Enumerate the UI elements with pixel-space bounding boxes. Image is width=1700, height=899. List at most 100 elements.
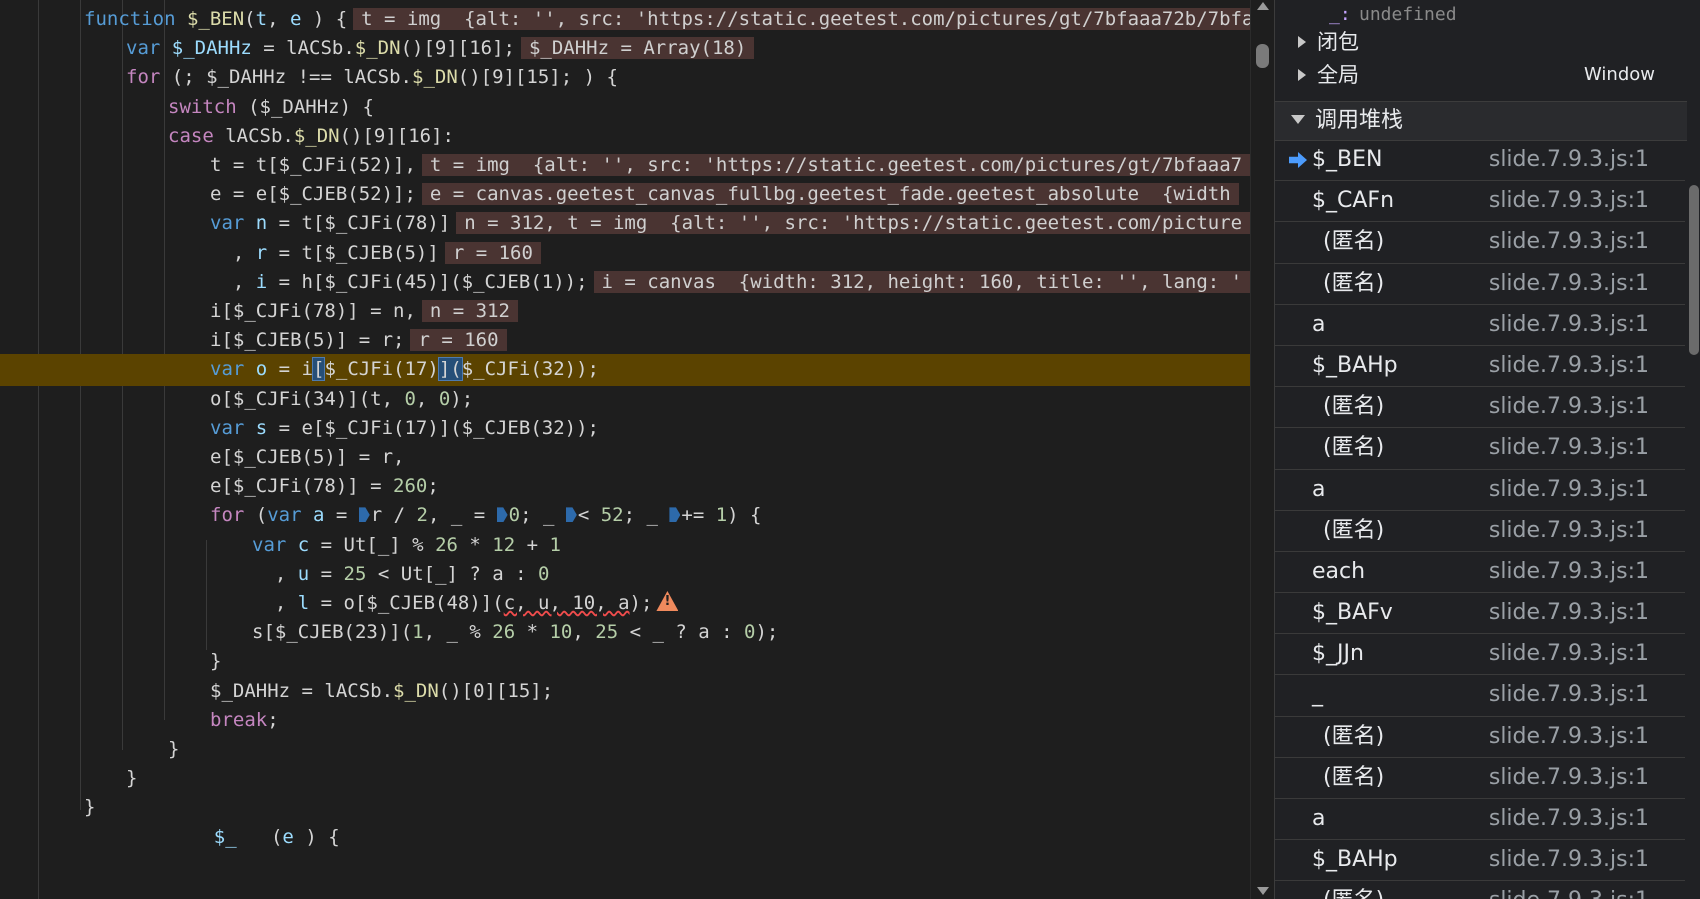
frame-location-link[interactable]: slide.7.9.3.js:1	[1489, 222, 1649, 262]
code-token: i	[255, 270, 268, 293]
frame-location-link[interactable]: slide.7.9.3.js:1	[1489, 552, 1649, 592]
code-line[interactable]: }	[0, 734, 1250, 766]
frame-location-link[interactable]: slide.7.9.3.js:1	[1489, 511, 1649, 551]
code-line[interactable]: }	[0, 646, 1250, 678]
editor-scrollbar[interactable]	[1250, 0, 1275, 899]
scroll-up-icon[interactable]	[1257, 2, 1269, 10]
code-token: e	[289, 8, 302, 30]
frame-location-link[interactable]: slide.7.9.3.js:1	[1489, 305, 1649, 345]
code-line[interactable]: var s = e[$_CJFi(17)]($_CJEB(32));	[0, 413, 1250, 445]
code-line[interactable]: case lACSb.$_DN()[9][16]:	[0, 121, 1250, 153]
code-line[interactable]: function $_BEN(t, e ) {t = img {alt: '',…	[0, 4, 1250, 36]
sidebar-scrollbar[interactable]	[1687, 0, 1700, 899]
frame-location-link[interactable]: slide.7.9.3.js:1	[1489, 758, 1649, 798]
scope-closure[interactable]: 闭包	[1275, 25, 1675, 59]
frame-function-name: a	[1312, 311, 1326, 337]
callstack-frame[interactable]: (匿名) slide.7.9.3.js:1	[1275, 428, 1685, 470]
editor-scroll-thumb[interactable]	[1256, 44, 1269, 68]
callstack-frame[interactable]: $_BAHp slide.7.9.3.js:1	[1275, 840, 1685, 882]
code-token: $_BEN	[186, 8, 245, 30]
callstack-frame[interactable]: (匿名) slide.7.9.3.js:1	[1275, 511, 1685, 552]
code-line[interactable]: var c = Ut[_] % 26 * 12 + 1	[0, 530, 1250, 562]
callstack-frame[interactable]: (匿名) slide.7.9.3.js:1	[1275, 758, 1685, 799]
frame-location-link[interactable]: slide.7.9.3.js:1	[1489, 840, 1649, 880]
expand-arrow-icon[interactable]	[1298, 36, 1306, 48]
frame-location-link[interactable]: slide.7.9.3.js:1	[1489, 428, 1649, 468]
code-line[interactable]: i[$_CJFi(78)] = n, n = 312	[0, 296, 1250, 328]
callstack-frame[interactable]: $_CAFn slide.7.9.3.js:1	[1275, 181, 1685, 223]
inline-breakpoint-icon[interactable]	[496, 507, 508, 523]
code-line[interactable]: switch ($_DAHHz) {	[0, 92, 1250, 124]
callstack-frame[interactable]: (匿名) slide.7.9.3.js:1	[1275, 881, 1685, 899]
callstack-frame[interactable]: (匿名) slide.7.9.3.js:1	[1275, 222, 1685, 264]
code-line[interactable]: t = t[$_CJFi(52)], t = img {alt: '', src:…	[0, 150, 1250, 182]
code-line[interactable]: , l = o[$_CJEB(48)](c, u, 10, a);	[0, 588, 1250, 620]
frame-location-link[interactable]: slide.7.9.3.js:1	[1489, 675, 1649, 715]
code-line[interactable]: break;	[0, 705, 1250, 737]
code-line[interactable]: o[$_CJFi(34)](t, 0, 0);	[0, 384, 1250, 416]
inline-breakpoint-icon[interactable]	[358, 507, 370, 523]
code-line[interactable]: for (var a = r / 2, _ = 0; _ < 52; _ += …	[0, 500, 1250, 532]
code-token: var	[210, 358, 256, 381]
frame-location-link[interactable]: slide.7.9.3.js:1	[1489, 346, 1649, 386]
code-line[interactable]: , i = h[$_CJFi(45)]($_CJEB(1)); i = canva…	[0, 267, 1250, 299]
code-token: );	[450, 387, 474, 410]
code-line[interactable]: }	[0, 763, 1250, 795]
code-editor[interactable]: function $_BEN(t, e ) {t = img {alt: '',…	[0, 0, 1250, 899]
code-line[interactable]: $_ (e ) {	[0, 822, 1250, 854]
warning-icon[interactable]	[656, 591, 679, 611]
frame-location-link[interactable]: slide.7.9.3.js:1	[1489, 593, 1649, 633]
code-line-current[interactable]: var o = i[$_CJFi(17)]($_CJFi(32));	[0, 354, 1250, 386]
scope-global[interactable]: 全局 Window	[1275, 58, 1675, 92]
code-token: 0	[538, 562, 550, 585]
code-line[interactable]: s[$_CJEB(23)](1, _ % 26 * 10, 25 < _ ? a…	[0, 617, 1250, 649]
code-line[interactable]: , r = t[$_CJEB(5)] r = 160	[0, 238, 1250, 270]
code-line[interactable]: i[$_CJEB(5)] = r; r = 160	[0, 325, 1250, 357]
code-line[interactable]: e[$_CJEB(5)] = r,	[0, 442, 1250, 474]
code-line[interactable]: $_DAHHz = lACSb.$_DN()[0][15];	[0, 676, 1250, 708]
frame-location-link[interactable]: slide.7.9.3.js:1	[1489, 387, 1649, 427]
callstack-frame[interactable]: a slide.7.9.3.js:1	[1275, 470, 1685, 511]
callstack-frame[interactable]: (匿名) slide.7.9.3.js:1	[1275, 264, 1685, 305]
frame-location-link[interactable]: slide.7.9.3.js:1	[1489, 634, 1649, 674]
inline-breakpoint-icon[interactable]	[565, 507, 577, 523]
code-line[interactable]: , u = 25 < Ut[_] ? a : 0	[0, 559, 1250, 591]
callstack-frame[interactable]: a slide.7.9.3.js:1	[1275, 799, 1685, 841]
code-line[interactable]: var n = t[$_CJFi(78)] n = 312, t = img {a…	[0, 208, 1250, 240]
callstack-frame[interactable]: each slide.7.9.3.js:1	[1275, 552, 1685, 594]
expand-arrow-icon[interactable]	[1298, 69, 1306, 81]
code-line[interactable]: e = e[$_CJEB(52)]; e = canvas.geetest_can…	[0, 179, 1250, 211]
scroll-down-icon[interactable]	[1257, 887, 1269, 895]
code-token: < _ ? a :	[618, 621, 744, 644]
frame-location-link[interactable]: slide.7.9.3.js:1	[1489, 470, 1649, 510]
frame-location-link[interactable]: slide.7.9.3.js:1	[1489, 181, 1649, 221]
callstack-frame[interactable]: $_BAHp slide.7.9.3.js:1	[1275, 346, 1685, 388]
code-line[interactable]: }	[0, 792, 1250, 824]
inline-value-preview: t = img {alt: '', src: 'https://static.g…	[353, 8, 1250, 30]
code-line[interactable]: e[$_CJFi(78)] = 260;	[0, 471, 1250, 503]
callstack-frame[interactable]: (匿名) slide.7.9.3.js:1	[1275, 717, 1685, 758]
code-line[interactable]: for (; $_DAHHz !== lACSb.$_DN()[9][15]; …	[0, 62, 1250, 94]
code-token: ,	[210, 241, 256, 264]
frame-location-link[interactable]: slide.7.9.3.js:1	[1489, 799, 1649, 839]
frame-location-link[interactable]: slide.7.9.3.js:1	[1489, 881, 1649, 899]
callstack-header[interactable]: 调用堆栈	[1275, 101, 1700, 141]
code-line[interactable]: var $_DAHHz = lACSb.$_DN()[9][16]; $_DAHH…	[0, 33, 1250, 65]
code-token: = t[$_CJFi(78)]	[267, 212, 451, 235]
frame-location-link[interactable]: slide.7.9.3.js:1	[1489, 264, 1649, 304]
callstack-frame[interactable]: $_JJn slide.7.9.3.js:1	[1275, 634, 1685, 676]
callstack-frame[interactable]: (匿名) slide.7.9.3.js:1	[1275, 387, 1685, 429]
global-value: Window	[1584, 64, 1655, 85]
collapse-arrow-icon[interactable]	[1291, 115, 1305, 124]
callstack-frame[interactable]: $_BAFv slide.7.9.3.js:1	[1275, 593, 1685, 635]
current-frame-arrow-icon	[1289, 152, 1307, 168]
callstack-frame[interactable]: a slide.7.9.3.js:1	[1275, 305, 1685, 346]
sidebar-scroll-thumb[interactable]	[1689, 185, 1699, 355]
frame-location-link[interactable]: slide.7.9.3.js:1	[1489, 140, 1649, 180]
callstack-frame[interactable]: $_BEN slide.7.9.3.js:1	[1275, 140, 1685, 182]
frame-location-link[interactable]: slide.7.9.3.js:1	[1489, 717, 1649, 757]
code-token: ()[9][16];	[400, 37, 515, 60]
callstack-frame[interactable]: _ slide.7.9.3.js:1	[1275, 675, 1685, 717]
closure-label: 闭包	[1317, 30, 1359, 54]
inline-breakpoint-icon[interactable]	[669, 507, 681, 523]
